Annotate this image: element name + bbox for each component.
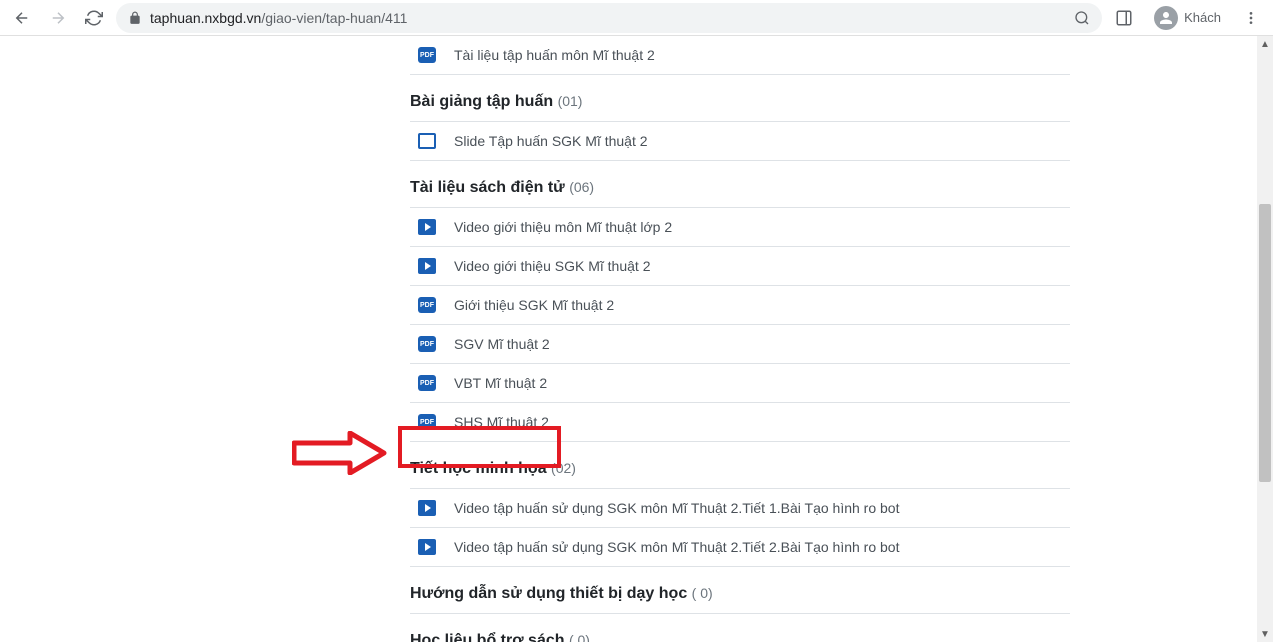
lock-icon <box>128 11 142 25</box>
item-label: VBT Mĩ thuật 2 <box>454 375 547 391</box>
section-title: Hướng dẫn sử dụng thiết bị dạy học ( 0) <box>410 567 1070 614</box>
item-label: Slide Tập huấn SGK Mĩ thuật 2 <box>454 133 648 149</box>
resource-item[interactable]: PDF VBT Mĩ thuật 2 <box>410 364 1070 403</box>
scrollbar[interactable]: ▲ ▼ <box>1257 36 1273 642</box>
scroll-up-icon[interactable]: ▲ <box>1257 36 1273 52</box>
resource-item[interactable]: Video tập huấn sử dụng SGK môn Mĩ Thuật … <box>410 528 1070 567</box>
resource-item[interactable]: PDF Giới thiệu SGK Mĩ thuật 2 <box>410 286 1070 325</box>
item-label: Video giới thiệu SGK Mĩ thuật 2 <box>454 258 650 274</box>
item-label: SGV Mĩ thuật 2 <box>454 336 550 352</box>
resource-item[interactable]: PDF Tài liệu tập huấn môn Mĩ thuật 2 <box>410 36 1070 75</box>
section-title-text: Hướng dẫn sử dụng thiết bị dạy học <box>410 585 692 602</box>
back-button[interactable] <box>8 4 36 32</box>
profile-button[interactable]: Khách <box>1146 2 1229 34</box>
section-title-text: Học liệu bổ trợ sách <box>410 632 569 642</box>
item-label: Tài liệu tập huấn môn Mĩ thuật 2 <box>454 47 655 63</box>
forward-button[interactable] <box>44 4 72 32</box>
section-count: ( 0) <box>569 632 590 642</box>
scrollbar-thumb[interactable] <box>1259 204 1271 482</box>
video-icon <box>418 539 436 555</box>
browser-toolbar: taphuan.nxbgd.vn/giao-vien/tap-huan/411 … <box>0 0 1273 36</box>
pdf-icon: PDF <box>418 297 436 313</box>
section-title-text: Tiết học minh họa <box>410 460 551 477</box>
item-label: Giới thiệu SGK Mĩ thuật 2 <box>454 297 614 313</box>
pdf-icon: PDF <box>418 414 436 430</box>
section-count: (06) <box>569 179 594 195</box>
section-title-text: Tài liệu sách điện tử <box>410 179 569 196</box>
page-content: PDF Tài liệu tập huấn môn Mĩ thuật 2 Bài g… <box>0 36 1273 642</box>
resource-item[interactable]: PDF SHS Mĩ thuật 2 <box>410 403 1070 442</box>
menu-icon[interactable] <box>1237 4 1265 32</box>
video-icon <box>418 219 436 235</box>
section-count: ( 0) <box>692 585 713 601</box>
item-label: Video tập huấn sử dụng SGK môn Mĩ Thuật … <box>454 500 899 516</box>
section-title: Bài giảng tập huấn (01) <box>410 75 1070 122</box>
address-bar[interactable]: taphuan.nxbgd.vn/giao-vien/tap-huan/411 <box>116 3 1102 33</box>
resource-item[interactable]: Video giới thiệu môn Mĩ thuật lớp 2 <box>410 208 1070 247</box>
item-label: Video giới thiệu môn Mĩ thuật lớp 2 <box>454 219 672 235</box>
section-count: (01) <box>558 93 583 109</box>
section-title: Tiết học minh họa (02) <box>410 442 1070 489</box>
section-title: Tài liệu sách điện tử (06) <box>410 161 1070 208</box>
section-title-text: Bài giảng tập huấn <box>410 93 558 110</box>
item-label: SHS Mĩ thuật 2 <box>454 414 549 430</box>
item-label: Video tập huấn sử dụng SGK môn Mĩ Thuật … <box>454 539 899 555</box>
zoom-icon[interactable] <box>1074 10 1090 26</box>
section-count: (02) <box>551 460 576 476</box>
pdf-icon: PDF <box>418 336 436 352</box>
video-icon <box>418 258 436 274</box>
resource-item[interactable]: Slide Tập huấn SGK Mĩ thuật 2 <box>410 122 1070 161</box>
reload-button[interactable] <box>80 4 108 32</box>
slide-icon <box>418 133 436 149</box>
pdf-icon: PDF <box>418 47 436 63</box>
panel-icon[interactable] <box>1110 4 1138 32</box>
resource-item[interactable]: Video tập huấn sử dụng SGK môn Mĩ Thuật … <box>410 489 1070 528</box>
section-title: Học liệu bổ trợ sách ( 0) <box>410 614 1070 642</box>
scroll-down-icon[interactable]: ▼ <box>1257 626 1273 642</box>
resource-item[interactable]: PDF SGV Mĩ thuật 2 <box>410 325 1070 364</box>
profile-name: Khách <box>1184 10 1221 25</box>
avatar-icon <box>1154 6 1178 30</box>
resource-item[interactable]: Video giới thiệu SGK Mĩ thuật 2 <box>410 247 1070 286</box>
url-text: taphuan.nxbgd.vn/giao-vien/tap-huan/411 <box>150 10 1066 26</box>
pdf-icon: PDF <box>418 375 436 391</box>
annotation-arrow <box>292 431 387 480</box>
video-icon <box>418 500 436 516</box>
